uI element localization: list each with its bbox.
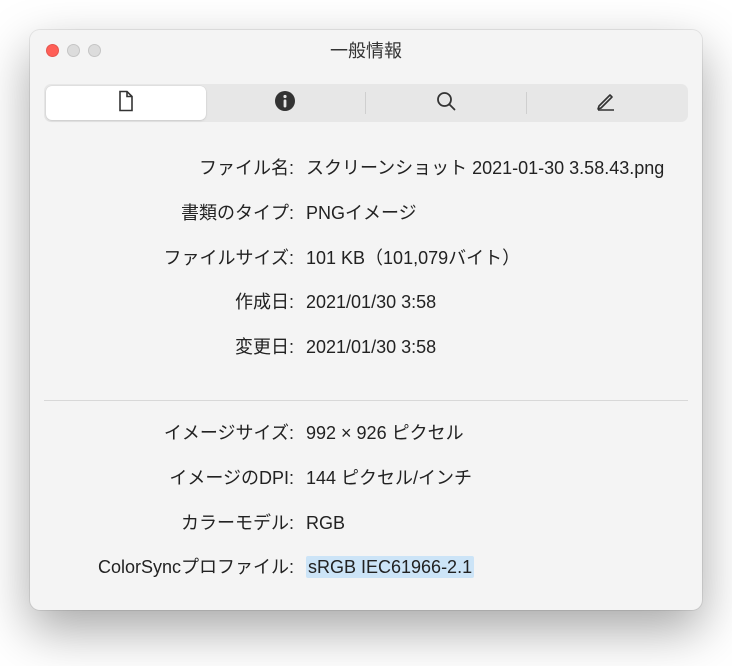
- tab-segmented-control: [44, 84, 688, 122]
- colorsync-value[interactable]: sRGB IEC61966-2.1: [300, 553, 688, 582]
- general-info-section: ファイル名: スクリーンショット 2021-01-30 3.58.43.png …: [30, 146, 702, 390]
- dpi-label: イメージのDPI:: [44, 464, 300, 493]
- row-created: 作成日: 2021/01/30 3:58: [44, 280, 688, 325]
- imagesize-value: 992 × 926 ピクセル: [300, 419, 688, 448]
- tab-search[interactable]: [366, 86, 526, 120]
- doctype-label: 書類のタイプ:: [44, 199, 300, 228]
- image-info-section: イメージサイズ: 992 × 926 ピクセル イメージのDPI: 144 ピク…: [30, 411, 702, 610]
- edit-icon: [594, 89, 618, 118]
- dpi-value: 144 ピクセル/インチ: [300, 464, 688, 493]
- tab-edit[interactable]: [527, 86, 687, 120]
- section-divider: [44, 400, 688, 401]
- tab-info[interactable]: [206, 86, 366, 120]
- zoom-button[interactable]: [88, 44, 101, 57]
- colorsync-highlighted: sRGB IEC61966-2.1: [306, 556, 474, 578]
- colormodel-label: カラーモデル:: [44, 509, 300, 538]
- traffic-lights: [30, 44, 101, 57]
- filename-value: スクリーンショット 2021-01-30 3.58.43.png: [300, 154, 688, 183]
- row-doctype: 書類のタイプ: PNGイメージ: [44, 191, 688, 236]
- imagesize-label: イメージサイズ:: [44, 419, 300, 448]
- info-icon: [273, 89, 297, 118]
- row-filename: ファイル名: スクリーンショット 2021-01-30 3.58.43.png: [44, 146, 688, 191]
- row-imagesize: イメージサイズ: 992 × 926 ピクセル: [44, 411, 688, 456]
- close-button[interactable]: [46, 44, 59, 57]
- filesize-value: 101 KB（101,079バイト）: [300, 244, 688, 273]
- created-label: 作成日:: [44, 288, 300, 317]
- window-title: 一般情報: [30, 37, 702, 63]
- filesize-label: ファイルサイズ:: [44, 244, 300, 273]
- toolbar: [30, 70, 702, 146]
- search-icon: [434, 89, 458, 118]
- row-filesize: ファイルサイズ: 101 KB（101,079バイト）: [44, 236, 688, 281]
- colorsync-label: ColorSyncプロファイル:: [44, 553, 300, 582]
- row-dpi: イメージのDPI: 144 ピクセル/インチ: [44, 456, 688, 501]
- colormodel-value: RGB: [300, 509, 688, 538]
- row-colorsync: ColorSyncプロファイル: sRGB IEC61966-2.1: [44, 545, 688, 590]
- row-colormodel: カラーモデル: RGB: [44, 501, 688, 546]
- inspector-window: 一般情報: [30, 30, 702, 610]
- document-icon: [114, 89, 138, 118]
- titlebar: 一般情報: [30, 30, 702, 70]
- row-modified: 変更日: 2021/01/30 3:58: [44, 325, 688, 370]
- filename-label: ファイル名:: [44, 154, 300, 183]
- doctype-value: PNGイメージ: [300, 199, 688, 228]
- modified-value: 2021/01/30 3:58: [300, 333, 688, 362]
- tab-general[interactable]: [46, 86, 206, 120]
- minimize-button[interactable]: [67, 44, 80, 57]
- modified-label: 変更日:: [44, 333, 300, 362]
- created-value: 2021/01/30 3:58: [300, 288, 688, 317]
